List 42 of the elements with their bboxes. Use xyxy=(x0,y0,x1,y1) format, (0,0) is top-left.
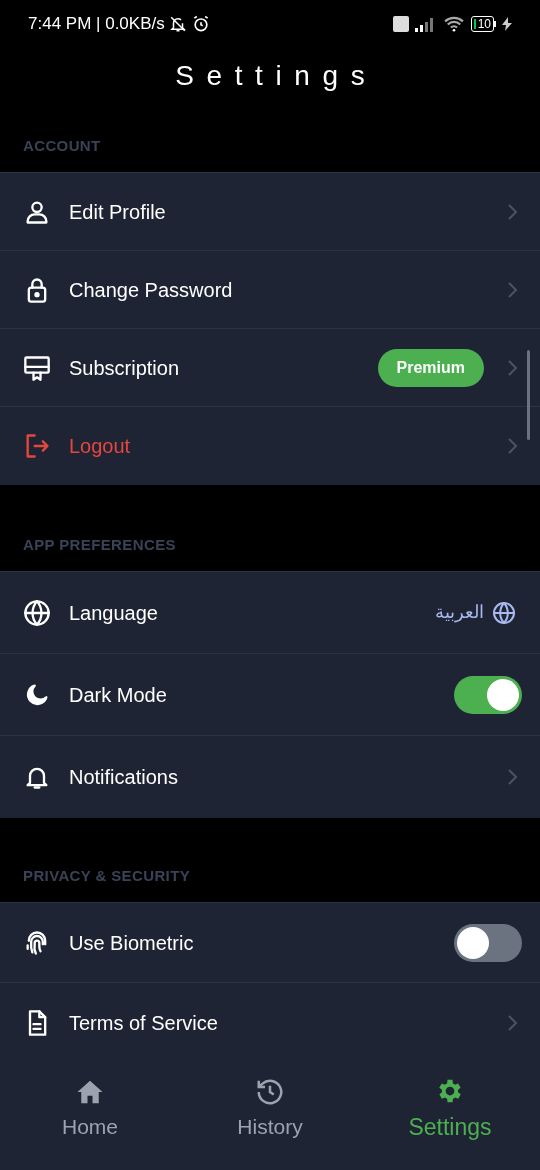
section-header: APP PREFERENCES xyxy=(23,534,176,555)
settings-row[interactable]: Edit Profile xyxy=(0,173,540,251)
status-time: 7:44 PM | 0.0KB/s xyxy=(28,13,165,36)
section-header: ACCOUNT xyxy=(23,135,101,156)
chevron-icon xyxy=(506,437,518,455)
globe-icon xyxy=(492,600,516,625)
nav-tab[interactable]: Home xyxy=(0,1060,180,1170)
battery-icon: 10 xyxy=(470,16,496,32)
chevron-icon xyxy=(506,768,518,786)
row-label: Language xyxy=(69,600,159,626)
row-label: Subscription xyxy=(69,355,181,381)
row-label: Use Biometric xyxy=(69,930,195,956)
settings-row[interactable]: Dark Mode xyxy=(0,654,540,736)
chevron-icon xyxy=(506,358,518,377)
toggle-switch[interactable] xyxy=(454,923,522,962)
charging-icon xyxy=(502,17,512,31)
row-label: Notifications xyxy=(69,765,179,790)
row-label: Dark Mode xyxy=(69,682,168,708)
chevron-icon xyxy=(506,202,518,221)
wifi-icon xyxy=(442,16,465,32)
row-label: Terms of Service xyxy=(69,1011,219,1036)
language-value: العربية xyxy=(435,601,484,625)
settings-row[interactable]: Subscription Premium xyxy=(0,329,540,407)
chevron-icon xyxy=(506,1014,518,1032)
certificate-icon xyxy=(23,353,51,382)
nav-tab[interactable]: Settings xyxy=(360,1060,540,1170)
nav-tab[interactable]: History xyxy=(180,1060,360,1170)
premium-badge: Premium xyxy=(377,348,484,387)
row-label: Edit Profile xyxy=(69,199,167,225)
settings-row[interactable]: Change Password xyxy=(0,251,540,329)
row-label: Logout xyxy=(69,434,132,459)
chevron-icon xyxy=(506,280,518,299)
settings-row[interactable]: Logout xyxy=(0,407,540,485)
page-title: Settings xyxy=(174,59,378,93)
globe-icon xyxy=(23,598,51,627)
settings-row[interactable]: Terms of Service xyxy=(0,983,540,1063)
row-label: Change Password xyxy=(69,277,234,303)
bell-off-icon xyxy=(168,15,187,33)
section-header: PRIVACY & SECURITY xyxy=(23,865,191,886)
settings-row[interactable]: Notifications xyxy=(0,736,540,818)
settings-row[interactable]: Use Biometric xyxy=(0,903,540,983)
toggle-switch[interactable] xyxy=(454,675,522,714)
